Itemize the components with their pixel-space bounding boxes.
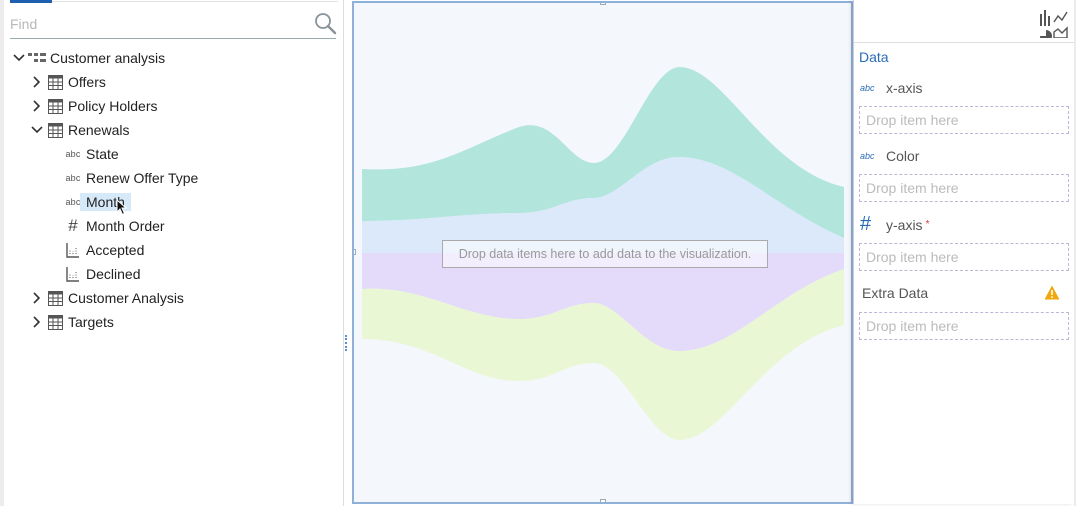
tab-divider: [52, 1, 338, 2]
numeric-field-icon: #: [860, 213, 872, 235]
tree-field-label: Declined: [86, 266, 141, 282]
chevron-right-icon[interactable]: [28, 97, 46, 115]
tree-field-state[interactable]: abc State: [64, 143, 119, 165]
measure-icon: [64, 241, 82, 259]
chevron-right-icon[interactable]: [28, 73, 46, 91]
text-field-icon: abc: [65, 173, 81, 183]
tree-item-label: Renewals: [68, 122, 130, 138]
tree-root-customer-analysis[interactable]: Customer analysis: [10, 47, 165, 69]
visualization-canvas[interactable]: Drop data items here to add data to the …: [352, 1, 853, 504]
tree-field-label: Accepted: [86, 242, 145, 258]
tree-field-label: Month Order: [86, 218, 165, 234]
panel-edge: [0, 0, 4, 506]
panel-header: [854, 0, 1074, 43]
chevron-right-icon[interactable]: [28, 313, 46, 331]
extra-data-slot-label: Extra Data: [862, 285, 928, 301]
table-icon: [46, 97, 64, 115]
text-field-icon: abc: [860, 83, 875, 93]
tree-field-month-order[interactable]: # Month Order: [64, 215, 165, 237]
drop-data-message: Drop data items here to add data to the …: [442, 240, 768, 268]
chevron-right-icon[interactable]: [28, 289, 46, 307]
data-section-title: Data: [859, 49, 889, 65]
color-slot-label: abc Color: [860, 148, 919, 164]
tree-item-label: Offers: [68, 74, 106, 90]
package-icon: [28, 49, 46, 67]
x-axis-slot-label: abc x-axis: [860, 80, 923, 96]
slot-label-text: x-axis: [886, 80, 923, 96]
x-axis-drop-zone[interactable]: Drop item here: [859, 106, 1069, 134]
chevron-down-icon[interactable]: [28, 121, 46, 139]
table-icon: [46, 121, 64, 139]
slot-label-text: Extra Data: [862, 285, 929, 301]
text-field-icon: abc: [65, 149, 81, 159]
tree-item-customer-analysis[interactable]: Customer Analysis: [28, 287, 184, 309]
y-axis-slot-label: # y-axis *: [860, 213, 929, 236]
tree-field-renew-offer-type[interactable]: abc Renew Offer Type: [64, 167, 198, 189]
resize-handle-left[interactable]: [354, 249, 356, 255]
splitter-grip[interactable]: [345, 335, 347, 351]
table-icon: [46, 289, 64, 307]
panel-splitter[interactable]: [344, 0, 352, 506]
tree-item-label: Targets: [68, 314, 114, 330]
required-marker: *: [925, 219, 930, 230]
data-tree-panel: Customer analysis Offers Policy Holders …: [0, 0, 344, 506]
tree-item-label: Policy Holders: [68, 98, 158, 114]
chevron-down-icon[interactable]: [10, 49, 28, 67]
tree-field-accepted[interactable]: Accepted: [64, 239, 144, 261]
color-drop-zone[interactable]: Drop item here: [859, 174, 1069, 202]
find-input[interactable]: [10, 10, 336, 39]
y-axis-drop-zone[interactable]: Drop item here: [859, 243, 1069, 271]
tree-item-offers[interactable]: Offers: [28, 71, 106, 93]
tree-item-policy-holders[interactable]: Policy Holders: [28, 95, 157, 117]
text-field-icon: abc: [860, 151, 875, 161]
visualization-type-icon[interactable]: [1038, 8, 1068, 38]
slot-label-text: y-axis: [886, 216, 923, 233]
measure-icon: [64, 265, 82, 283]
extra-data-drop-zone[interactable]: Drop item here: [859, 312, 1069, 340]
tree-field-declined[interactable]: Declined: [64, 263, 140, 285]
table-icon: [46, 73, 64, 91]
visualization-data-panel: Data abc x-axis Drop item here abc Color…: [853, 0, 1074, 504]
warning-icon[interactable]: [1044, 285, 1060, 300]
tree-root-label: Customer analysis: [50, 50, 166, 66]
slot-label-text: Color: [886, 148, 920, 164]
search-icon[interactable]: [313, 11, 337, 35]
tree-field-label: State: [86, 146, 119, 162]
numeric-field-icon: #: [68, 216, 78, 235]
tree-item-renewals[interactable]: Renewals: [28, 119, 129, 141]
resize-handle-top[interactable]: [600, 3, 606, 5]
tree-item-targets[interactable]: Targets: [28, 311, 114, 333]
tree-field-label: Renew Offer Type: [86, 170, 199, 186]
table-icon: [46, 313, 64, 331]
tree-field-month[interactable]: abc Month: [64, 191, 131, 216]
resize-handle-bottom[interactable]: [600, 499, 606, 502]
active-tab-indicator: [10, 0, 52, 3]
tree-item-label: Customer Analysis: [68, 290, 184, 306]
mouse-cursor-icon: [116, 199, 128, 216]
